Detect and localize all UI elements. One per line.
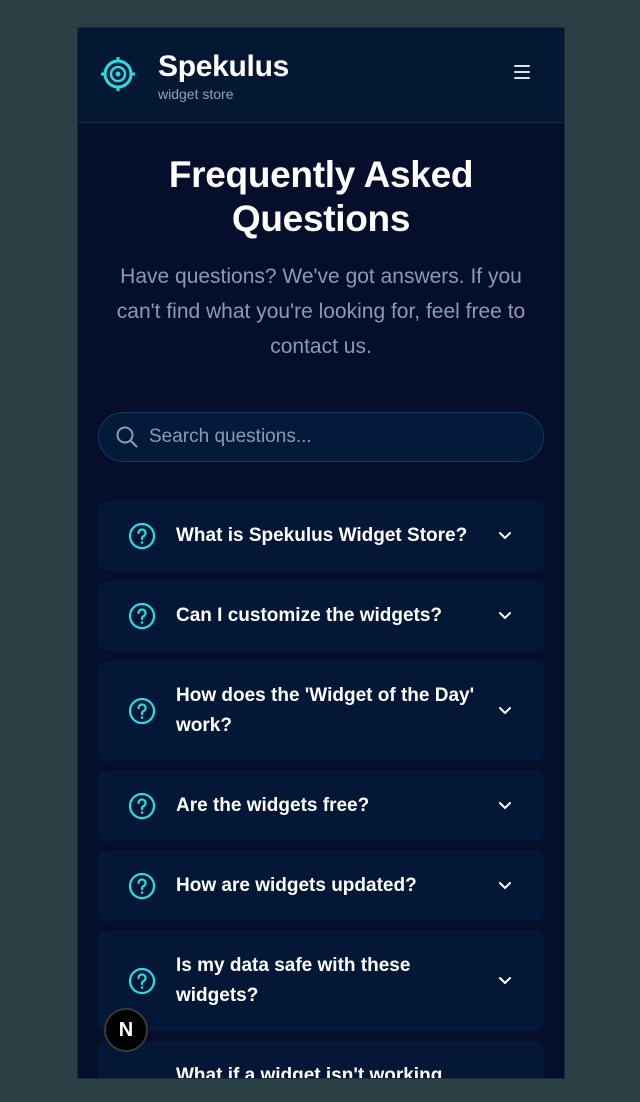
faq-item[interactable]: Can I customize the widgets? — [98, 581, 544, 651]
faq-item[interactable]: What is Spekulus Widget Store? — [98, 501, 544, 571]
faq-question: How are widgets updated? — [176, 875, 417, 896]
app-frame: Spekulus widget store Frequently Asked Q… — [77, 27, 565, 1079]
question-circle-icon — [128, 602, 156, 630]
faq-item[interactable]: How are widgets updated? — [98, 851, 544, 921]
hamburger-menu-icon[interactable] — [514, 65, 530, 79]
brand-name[interactable]: Spekulus — [158, 50, 289, 84]
chevron-down-icon — [499, 802, 511, 809]
faq-item[interactable]: Is my data safe with these widgets? — [98, 931, 544, 1031]
chevron-down-icon — [499, 707, 511, 714]
question-circle-icon — [128, 697, 156, 725]
chevron-down-icon — [499, 977, 511, 984]
question-circle-icon — [128, 522, 156, 550]
faq-item[interactable]: Are the widgets free? — [98, 771, 544, 841]
page-title: Frequently Asked Questions — [168, 154, 474, 239]
faq-question: Are the widgets free? — [176, 795, 370, 816]
faq-question: What is Spekulus Widget Store? — [176, 525, 468, 546]
search-icon — [116, 426, 138, 448]
brand-subtitle: widget store — [158, 86, 234, 102]
chevron-down-icon — [499, 612, 511, 619]
faq-item[interactable]: How does the 'Widget of the Day' work? — [98, 661, 544, 761]
search-input[interactable] — [149, 417, 543, 457]
search-bar[interactable] — [98, 412, 544, 462]
site-header: Spekulus widget store — [78, 28, 564, 123]
chevron-down-icon — [499, 532, 511, 539]
question-circle-icon — [140, 1077, 144, 1078]
question-circle-icon — [128, 967, 156, 995]
faq-question: Can I customize the widgets? — [176, 605, 443, 626]
faq-list: What is Spekulus Widget Store? Can I cus… — [98, 501, 544, 1079]
crosshair-gear-icon[interactable] — [100, 56, 136, 92]
faq-question: How does the 'Widget of the Day' work? — [176, 685, 475, 736]
faq-question: Is my data safe with these widgets? — [176, 955, 411, 1006]
chevron-down-icon — [499, 882, 511, 889]
faq-question: What if a widget isn't working properly? — [176, 1065, 443, 1079]
question-circle-icon — [128, 872, 156, 900]
hero-section: Frequently Asked Questions Have question… — [78, 123, 564, 364]
dev-tools-badge[interactable]: N — [104, 1008, 148, 1052]
faq-item[interactable]: What if a widget isn't working properly? — [98, 1041, 544, 1079]
page-description: Have questions? We've got answers. If yo… — [116, 265, 526, 358]
question-circle-icon — [128, 792, 156, 820]
